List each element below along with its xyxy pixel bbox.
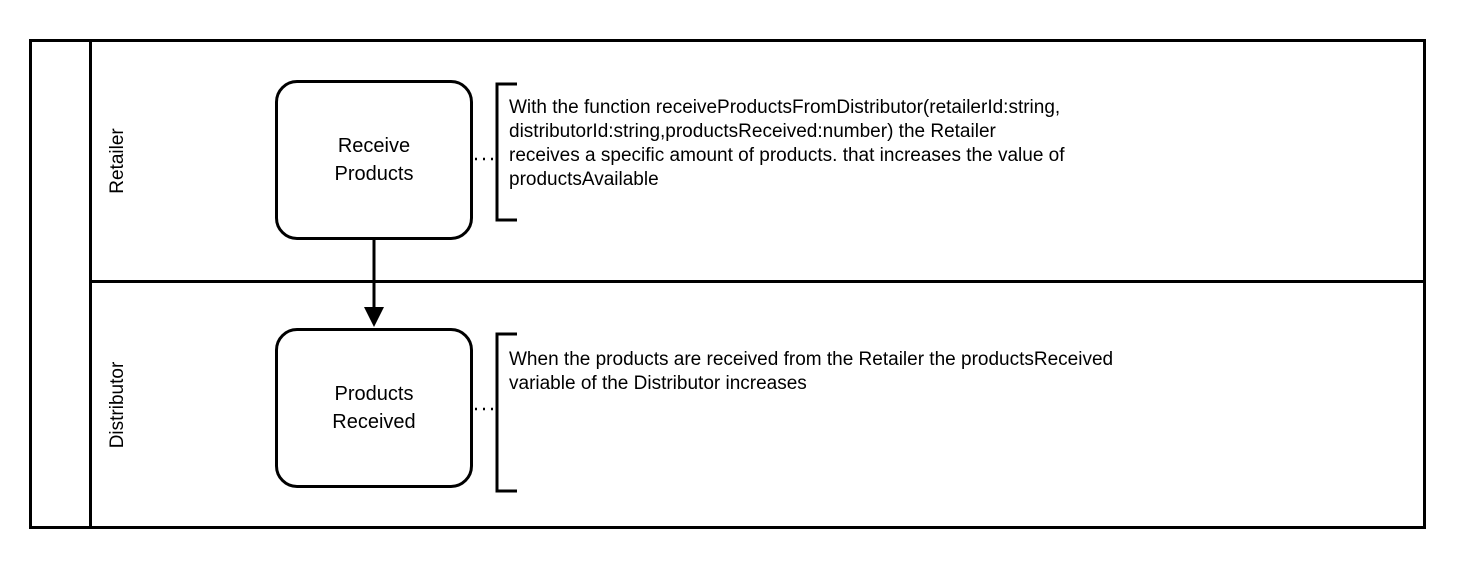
- diagram-connectors: [364, 82, 517, 493]
- sequence-flow-arrow: [364, 240, 384, 327]
- task-products-received[interactable]: Products Received: [275, 328, 473, 488]
- task-receive-products-label: Receive Products: [334, 135, 414, 185]
- annotation-receive-products: With the function receiveProductsFromDis…: [509, 97, 1065, 190]
- task-products-received-label: Products Received: [332, 383, 416, 433]
- task-receive-products[interactable]: Receive Products: [275, 80, 473, 240]
- annotation-products-received: When the products are received from the …: [509, 349, 1114, 394]
